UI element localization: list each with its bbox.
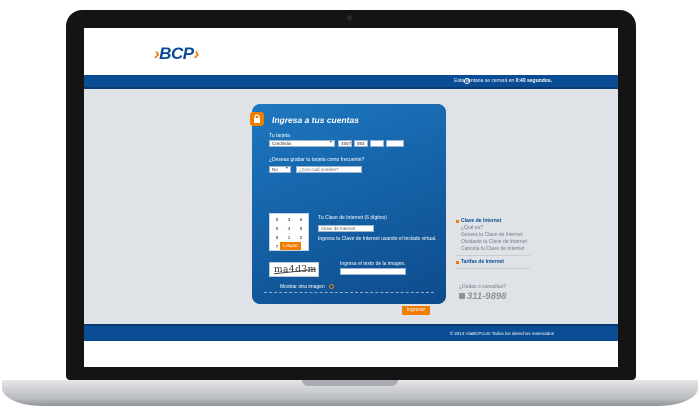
header: ›BCP› <box>84 28 618 75</box>
keypad-key[interactable]: 5 <box>272 216 282 224</box>
session-timer-text: Esta ventana se cerrará en 0:40 segundos… <box>454 78 552 84</box>
card-number-field-3[interactable] <box>370 140 384 147</box>
bullet-icon <box>456 220 459 223</box>
camera-icon <box>347 15 352 20</box>
bcp-logo[interactable]: ›BCP› <box>154 44 199 64</box>
login-title: Ingresa a tus cuentas <box>272 115 359 125</box>
session-bar: Esta ventana se cerrará en 0:40 segundos… <box>84 75 618 89</box>
phone-icon <box>459 293 465 299</box>
footer-copyright: © 2013 ViaBCP.com Todos los derechos res… <box>449 331 554 336</box>
clear-button[interactable]: Limpiar <box>280 242 301 250</box>
browser-screen: ›BCP› Esta ventana se cerrará en 0:40 se… <box>84 28 618 367</box>
keypad-key[interactable]: 2 <box>296 234 306 242</box>
card-divider <box>264 292 434 293</box>
keypad-key[interactable]: 8 <box>296 225 306 233</box>
save-card-select[interactable]: No <box>269 166 291 173</box>
side-link-item[interactable]: Olvidaste tu Clave de Internet <box>461 239 527 245</box>
divider <box>456 255 530 256</box>
keypad-key[interactable]: 9 <box>272 234 282 242</box>
captcha-refresh-link[interactable]: Mostrar otra imagen <box>280 284 325 290</box>
save-card-question: ¿Deseas grabar tu tarjeta como frecuente… <box>269 157 365 163</box>
help-text: ¿Dudas o consultas? <box>459 284 506 290</box>
side-link-item[interactable]: Genera tu Clave de Internet <box>461 232 523 238</box>
card-number-field-1[interactable]: 4557 <box>338 140 352 147</box>
side-link-tarifas[interactable]: Tarifas de Internet <box>461 259 504 265</box>
keypad-key[interactable]: 0 <box>272 225 282 233</box>
keypad-key[interactable]: 3 <box>284 216 294 224</box>
bullet-icon <box>456 261 459 264</box>
submit-button[interactable]: Ingresar <box>402 306 430 315</box>
footer-bar: © 2013 ViaBCP.com Todos los derechos res… <box>84 324 618 341</box>
side-link-item[interactable]: Cancela tu Clave de Internet <box>461 246 524 252</box>
laptop-notch <box>302 380 398 386</box>
keypad-key[interactable]: 6 <box>296 216 306 224</box>
password-label: Tu Clave de Internet (6 dígitos) <box>318 215 387 221</box>
footer-area <box>84 341 618 367</box>
side-link-item[interactable]: ¿Qué es? <box>461 225 483 231</box>
keypad-key[interactable]: 4 <box>284 225 294 233</box>
card-label: Tu tarjeta <box>269 133 290 139</box>
login-card: Ingresa a tus cuentas Tu tarjeta Credimá… <box>250 104 446 315</box>
captcha-image: ma4d3m <box>269 262 319 277</box>
divider <box>456 268 530 269</box>
help-phone: 311-9898 <box>459 291 506 302</box>
password-field[interactable]: Clave de Internet <box>318 225 374 232</box>
card-number-field-2[interactable]: 883 <box>354 140 368 147</box>
save-card-name-input[interactable]: ¿Con cuál nombre? <box>296 166 362 173</box>
keypad-key[interactable]: 1 <box>284 234 294 242</box>
laptop-base <box>2 380 698 406</box>
card-type-select[interactable]: Credimás <box>269 140 335 147</box>
refresh-icon[interactable] <box>329 284 334 289</box>
password-hint: Ingresa tu Clave de Internet usando el t… <box>318 236 437 242</box>
card-number-field-4[interactable] <box>386 140 404 147</box>
captcha-label: Ingresa el texto de la imagen. <box>340 261 406 267</box>
lock-icon <box>250 112 264 126</box>
side-link-clave-internet[interactable]: Clave de Internet <box>461 218 501 224</box>
captcha-input[interactable] <box>340 268 406 275</box>
